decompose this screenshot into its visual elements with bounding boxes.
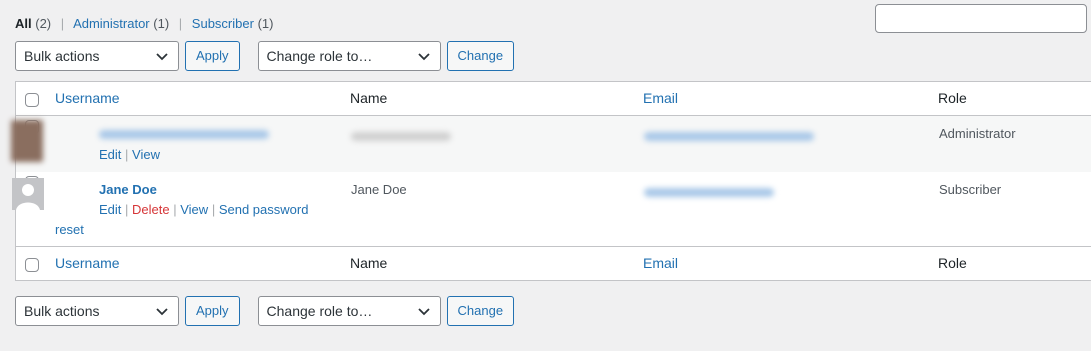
apply-button[interactable]: Apply [185, 296, 240, 326]
table-row: Edit | View Administrator [11, 115, 1091, 172]
username-cell: Edit | View [11, 116, 350, 172]
chevron-down-icon [156, 53, 168, 61]
filter-all[interactable]: All [15, 16, 32, 31]
username-link[interactable]: Jane Doe [99, 182, 157, 197]
sort-username-link[interactable]: Username [55, 255, 120, 271]
bulk-actions-select[interactable]: Bulk actions [15, 41, 179, 71]
email-cell [643, 116, 938, 172]
chevron-down-icon [156, 308, 168, 316]
column-role: Role [938, 255, 967, 271]
role-cell: Subscriber [939, 181, 1002, 197]
change-role-label: Change role to… [266, 48, 373, 64]
column-email: Email [643, 82, 938, 116]
tablenav-top: Bulk actions Apply Change role to… Chang… [15, 41, 515, 71]
select-all-cell [16, 247, 56, 281]
avatar [11, 120, 43, 162]
change-role-label: Change role to… [266, 303, 373, 319]
edit-link[interactable]: Edit [99, 202, 121, 217]
sort-username-link[interactable]: Username [55, 90, 120, 106]
search-users-input[interactable] [875, 4, 1087, 33]
view-link[interactable]: View [132, 147, 160, 162]
role-cell: Administrator [939, 126, 1016, 141]
select-all-cell [16, 82, 56, 116]
send-password-reset-link-continued[interactable]: reset [55, 222, 84, 237]
delete-link[interactable]: Delete [132, 202, 170, 217]
email-cell [643, 172, 938, 247]
column-role: Role [938, 90, 967, 106]
row-actions-wrap: reset [55, 221, 349, 239]
tablenav-bottom: Bulk actions Apply Change role to… Chang… [15, 296, 515, 326]
change-role-select[interactable]: Change role to… [257, 296, 441, 326]
filter-subscriber-count: (1) [257, 16, 274, 31]
filter-subscriber[interactable]: Subscriber [192, 16, 254, 31]
bulk-actions-label: Bulk actions [24, 303, 100, 319]
name-redacted [351, 132, 451, 141]
change-role-button[interactable]: Change [446, 41, 515, 71]
filter-separator: | [178, 16, 183, 31]
column-name: Name [350, 90, 388, 106]
row-actions: Edit | Delete | View | Send password [99, 201, 309, 217]
default-avatar-icon [12, 177, 44, 210]
select-all-checkbox[interactable] [25, 258, 39, 272]
filter-separator: | [60, 16, 65, 31]
filter-all-count: (2) [35, 16, 52, 31]
change-role-select[interactable]: Change role to… [257, 41, 441, 71]
column-username: Username [55, 82, 350, 116]
bulk-actions-select[interactable]: Bulk actions [15, 296, 179, 326]
column-username: Username [55, 247, 350, 281]
send-password-reset-link[interactable]: Send password [219, 202, 309, 217]
edit-link[interactable]: Edit [99, 147, 121, 162]
users-table: Username Name Email Role Edit | View Adm… [11, 81, 1091, 281]
username-wrap: Jane Doe Edit | Delete | View | Send pas… [12, 177, 349, 239]
user-role-filter: All (2) | Administrator (1) | Subscriber… [15, 16, 273, 31]
username-cell: Jane Doe Edit | Delete | View | Send pas… [12, 172, 350, 247]
apply-button[interactable]: Apply [185, 41, 240, 71]
name-cell [350, 116, 643, 172]
sort-email-link[interactable]: Email [643, 255, 678, 271]
column-name: Name [350, 255, 388, 271]
chevron-down-icon [417, 308, 430, 316]
filter-administrator-count: (1) [153, 16, 170, 31]
table-row: Jane Doe Edit | Delete | View | Send pas… [12, 172, 1091, 247]
select-all-checkbox[interactable] [25, 93, 39, 107]
view-link[interactable]: View [180, 202, 208, 217]
table-footer-row: Username Name Email Role [15, 246, 1091, 281]
email-link-redacted[interactable] [644, 132, 814, 141]
table-header-row: Username Name Email Role [15, 82, 1091, 116]
username-link-redacted[interactable] [99, 130, 269, 139]
email-link-redacted[interactable] [644, 187, 774, 197]
row-actions: Edit | View [99, 147, 160, 162]
sort-email-link[interactable]: Email [643, 90, 678, 106]
change-role-button[interactable]: Change [446, 296, 515, 326]
column-email: Email [643, 247, 938, 281]
chevron-down-icon [417, 53, 430, 61]
filter-administrator[interactable]: Administrator [73, 16, 150, 31]
name-cell: Jane Doe [351, 181, 407, 197]
username-wrap: Edit | View [11, 120, 349, 164]
bulk-actions-label: Bulk actions [24, 48, 100, 64]
